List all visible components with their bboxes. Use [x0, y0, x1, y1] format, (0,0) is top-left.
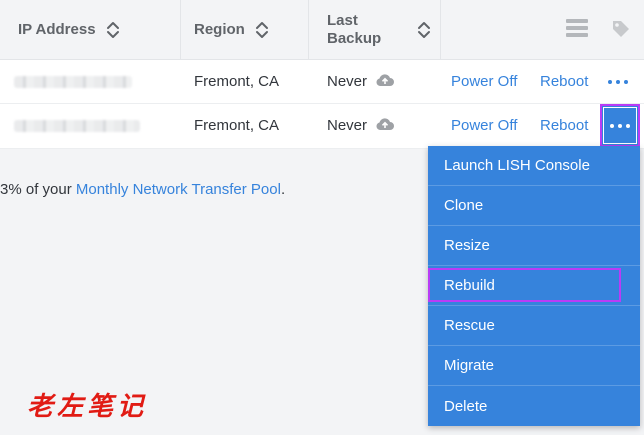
- backup-cell: Never: [327, 60, 395, 103]
- transfer-suffix: .: [280, 181, 286, 198]
- power-off-label[interactable]: Power Off: [451, 117, 517, 134]
- redacted-ip: [14, 75, 132, 88]
- redacted-ip: [14, 119, 140, 132]
- region-cell: Fremont, CA: [194, 73, 280, 90]
- grid-lines-icon[interactable]: [566, 19, 588, 39]
- power-off-link[interactable]: Power Off: [451, 60, 517, 103]
- linodes-table: IP Address Region Last Backup Fremont, C…: [0, 0, 644, 149]
- region-cell: Fremont, CA: [194, 117, 280, 134]
- menu-item-clone[interactable]: Clone: [428, 186, 640, 226]
- menu-item-delete[interactable]: Delete: [428, 386, 640, 426]
- more-actions-icon[interactable]: [600, 104, 640, 147]
- tag-icon[interactable]: [611, 19, 631, 44]
- more-actions-icon[interactable]: [601, 65, 635, 99]
- header-last-backup[interactable]: Last Backup: [327, 0, 437, 59]
- transfer-prefix: 3% of your: [0, 181, 76, 198]
- table-row: Fremont, CA Never Power Off Reboot: [0, 60, 644, 104]
- header-ip-label: IP Address: [18, 20, 96, 38]
- backup-cell: Never: [327, 104, 395, 147]
- more-actions-cell: [598, 60, 638, 103]
- reboot-link[interactable]: Reboot: [540, 60, 588, 103]
- actions-dropdown-menu: Launch LISH Console Clone Resize Rebuild…: [428, 146, 640, 426]
- column-divider: [440, 0, 441, 59]
- reboot-label[interactable]: Reboot: [540, 117, 588, 134]
- menu-item-rebuild[interactable]: Rebuild: [428, 266, 640, 306]
- column-divider: [308, 0, 309, 59]
- menu-item-migrate[interactable]: Migrate: [428, 346, 640, 386]
- power-off-label[interactable]: Power Off: [451, 73, 517, 90]
- transfer-pool-text: 3% of your Monthly Network Transfer Pool…: [0, 181, 285, 198]
- sort-updown-icon[interactable]: [417, 20, 431, 40]
- header-region[interactable]: Region: [194, 0, 304, 59]
- backup-status: Never: [327, 73, 368, 90]
- reboot-label[interactable]: Reboot: [540, 73, 588, 90]
- table-row: Fremont, CA Never Power Off Reboot: [0, 104, 644, 149]
- header-backup-line2: Backup: [327, 29, 382, 47]
- sort-updown-icon[interactable]: [255, 20, 269, 40]
- header-backup-label: Last Backup: [327, 12, 381, 48]
- backup-status: Never: [327, 117, 368, 134]
- transfer-pool-link[interactable]: Monthly Network Transfer Pool: [76, 181, 281, 198]
- menu-item-rescue[interactable]: Rescue: [428, 306, 640, 346]
- header-ip-address[interactable]: IP Address: [18, 0, 178, 59]
- more-actions-cell: [600, 104, 640, 147]
- table-header: IP Address Region Last Backup: [0, 0, 644, 60]
- watermark-text: 老左笔记: [27, 392, 148, 422]
- cloud-upload-icon: [375, 73, 395, 91]
- power-off-link[interactable]: Power Off: [451, 104, 517, 147]
- ip-address-cell: [14, 104, 164, 147]
- header-backup-line1: Last: [327, 11, 358, 29]
- menu-item-launch-lish[interactable]: Launch LISH Console: [428, 146, 640, 186]
- cloud-upload-icon: [375, 117, 395, 135]
- linode-list-page: IP Address Region Last Backup Fremont, C…: [0, 0, 644, 435]
- menu-item-resize[interactable]: Resize: [428, 226, 640, 266]
- header-region-label: Region: [194, 20, 245, 38]
- header-tools: [540, 0, 644, 59]
- column-divider: [180, 0, 181, 59]
- reboot-link[interactable]: Reboot: [540, 104, 588, 147]
- sort-updown-icon[interactable]: [106, 20, 120, 40]
- ip-address-cell: [14, 60, 164, 103]
